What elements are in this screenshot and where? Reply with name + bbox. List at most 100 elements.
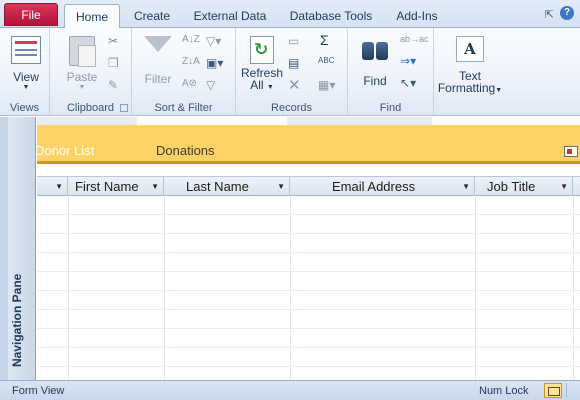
refresh-icon xyxy=(250,36,274,64)
delete-icon[interactable]: ✕ xyxy=(288,76,301,94)
remove-sort-icon[interactable]: A⊘ xyxy=(182,78,197,89)
column-header-first-name[interactable]: First Name ▼ xyxy=(68,177,164,196)
column-header-select[interactable]: ▼ xyxy=(37,177,68,196)
toggle-filter-icon[interactable]: ▽ xyxy=(206,78,215,92)
format-painter-icon[interactable]: ✎ xyxy=(108,78,118,92)
more-icon[interactable]: ▦▾ xyxy=(318,78,335,92)
access-window: File Home Create External Data Database … xyxy=(0,0,580,400)
filter-icon xyxy=(144,36,172,52)
copy-icon[interactable]: ❐ xyxy=(108,56,119,70)
cut-icon[interactable]: ✂ xyxy=(108,34,118,48)
form-document: Donor List Donations ▼ First Name ▼ Last… xyxy=(37,117,580,380)
chevron-down-icon: ▼ xyxy=(266,84,274,91)
filter-button[interactable]: Filter xyxy=(140,32,176,86)
status-num-lock: Num Lock xyxy=(479,385,529,397)
column-header-label: First Name xyxy=(75,179,139,194)
find-icon xyxy=(360,36,390,62)
group-views: View ▼ Views xyxy=(0,28,50,115)
goto-icon[interactable]: ⇒▾ xyxy=(400,54,416,68)
grid-column-line xyxy=(164,196,165,380)
totals-icon[interactable]: Σ xyxy=(320,32,329,48)
tab-file[interactable]: File xyxy=(4,3,58,26)
tab-home[interactable]: Home xyxy=(64,4,120,29)
chevron-down-icon[interactable]: ▼ xyxy=(55,182,63,191)
navigation-pane-label: Navigation Pane xyxy=(10,273,24,367)
tab-donations[interactable]: Donations xyxy=(156,143,215,158)
new-record-icon[interactable]: ▭ xyxy=(288,34,299,48)
status-view-mode: Form View xyxy=(12,385,65,397)
tab-external-data[interactable]: External Data xyxy=(188,4,272,28)
chevron-down-icon[interactable]: ▼ xyxy=(560,182,568,191)
group-text-formatting: A Text Formatting▼ xyxy=(434,28,508,115)
header-divider xyxy=(37,161,580,164)
chevron-down-icon: ▼ xyxy=(495,87,503,94)
text-formatting-icon: A xyxy=(456,36,484,62)
chevron-down-icon: ▼ xyxy=(22,84,30,91)
refresh-all-button[interactable]: Refresh All ▼ xyxy=(240,32,284,94)
tab-add-ins[interactable]: Add-Ins xyxy=(390,4,444,28)
pin-icon[interactable]: ⇱ xyxy=(545,8,554,21)
filter-label: Filter xyxy=(144,72,172,86)
datasheet-column-header: ▼ First Name ▼ Last Name ▼ Email Address… xyxy=(37,176,580,196)
tab-create[interactable]: Create xyxy=(128,4,176,28)
select-icon[interactable]: ↖▾ xyxy=(400,76,416,90)
datasheet-grid[interactable] xyxy=(37,196,580,380)
group-sort-filter: Filter A↓Z Z↓A A⊘ ▽▾ ▣▾ ▽ Sort & Filter xyxy=(132,28,236,115)
view-icon xyxy=(11,36,41,64)
grid-column-line xyxy=(475,196,476,380)
column-header-label: Last Name xyxy=(186,179,249,194)
find-button[interactable]: Find xyxy=(358,32,392,88)
text-formatting-text: Formatting xyxy=(437,81,496,95)
chevron-down-icon: ▼ xyxy=(78,84,86,91)
chevron-down-icon[interactable]: ▼ xyxy=(151,182,159,191)
group-title-clipboard: Clipboard xyxy=(66,102,115,114)
column-header-last-name[interactable]: Last Name ▼ xyxy=(164,177,290,196)
goto-glyph: ⇒ xyxy=(400,54,411,68)
column-header-label: Job Title xyxy=(487,179,536,194)
sort-ascending-icon[interactable]: A↓Z xyxy=(182,34,200,45)
save-record-icon[interactable]: ▤ xyxy=(288,56,299,70)
view-label: View xyxy=(13,70,39,84)
column-header-job-title[interactable]: Job Title ▼ xyxy=(475,177,573,196)
status-bar: Form View Num Lock xyxy=(0,380,580,400)
sort-descending-icon[interactable]: Z↓A xyxy=(182,56,200,67)
group-title-views: Views xyxy=(9,102,40,114)
strip-segment xyxy=(137,117,287,125)
help-icon[interactable]: ? xyxy=(560,6,574,20)
text-formatting-button[interactable]: A Text Formatting▼ xyxy=(436,32,504,97)
refresh-label-line2: All ▼ xyxy=(240,79,284,94)
paste-label: Paste xyxy=(66,70,98,84)
navigation-pane[interactable]: Navigation Pane xyxy=(8,117,36,380)
tab-database-tools[interactable]: Database Tools xyxy=(284,4,378,28)
ribbon-tab-row: File Home Create External Data Database … xyxy=(0,0,580,29)
group-title-find: Find xyxy=(379,102,402,114)
group-records: Refresh All ▼ ▭ ▤ ✕ Σ ABC ▦▾ Records xyxy=(236,28,348,115)
group-title-sort-filter: Sort & Filter xyxy=(154,102,213,114)
paste-icon xyxy=(69,36,96,67)
refresh-all-text: All xyxy=(250,78,264,92)
tab-donor-list[interactable]: Donor List xyxy=(37,143,94,158)
grid-column-line xyxy=(290,196,291,380)
spelling-icon[interactable]: ABC xyxy=(318,56,334,65)
chevron-down-icon[interactable]: ▼ xyxy=(462,182,470,191)
replace-icon[interactable]: ab→ac xyxy=(400,34,429,44)
advanced-filter-icon[interactable]: ▣▾ xyxy=(206,56,223,70)
view-button[interactable]: View ▼ xyxy=(10,32,42,91)
column-header-email-address[interactable]: Email Address ▼ xyxy=(290,177,475,196)
clipboard-launcher-icon[interactable] xyxy=(120,104,128,112)
grid-column-line xyxy=(68,196,69,380)
form-header-band: Donor List Donations xyxy=(37,125,580,163)
form-view-icon[interactable] xyxy=(544,383,562,398)
form-icon[interactable] xyxy=(564,146,578,157)
chevron-down-icon[interactable]: ▼ xyxy=(277,182,285,191)
layout-view-icon[interactable] xyxy=(566,383,580,398)
text-formatting-label-line2: Formatting▼ xyxy=(436,82,504,97)
column-header-label: Email Address xyxy=(332,179,416,194)
group-clipboard: Paste ▼ ✂ ❐ ✎ Clipboard xyxy=(50,28,132,115)
left-border xyxy=(0,117,8,380)
ribbon: View ▼ Views Paste ▼ ✂ ❐ ✎ Clipboard Fil… xyxy=(0,28,580,116)
document-top-strip xyxy=(37,117,580,125)
find-label: Find xyxy=(363,74,387,88)
selection-filter-icon[interactable]: ▽▾ xyxy=(206,34,221,48)
paste-button[interactable]: Paste ▼ xyxy=(62,32,102,91)
